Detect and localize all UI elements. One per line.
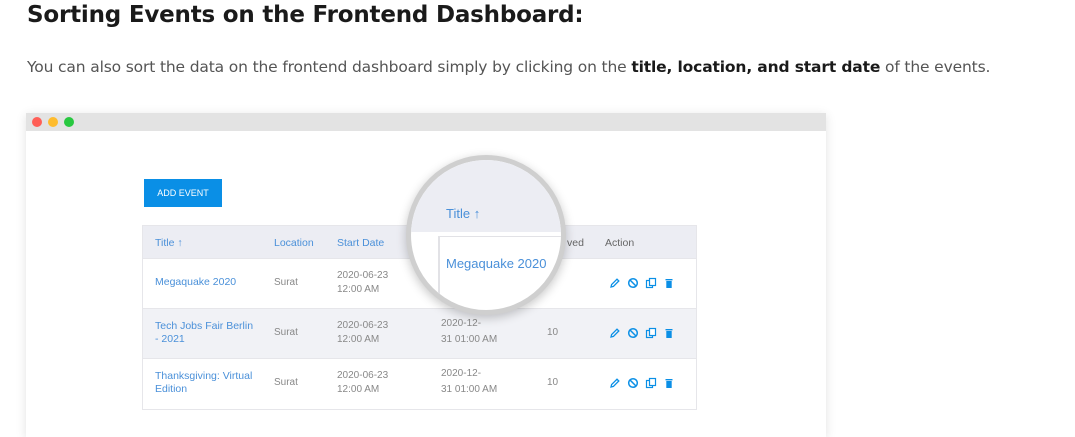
event-end-time: 31 01:00 AM <box>441 384 498 395</box>
event-title-link[interactable]: Megaquake 2020 <box>155 276 255 289</box>
column-title[interactable]: Title ↑ <box>155 237 183 249</box>
ban-icon[interactable] <box>627 277 639 289</box>
copy-icon[interactable] <box>645 377 657 389</box>
row-actions <box>609 327 675 339</box>
intro-paragraph: You can also sort the data on the fronte… <box>27 58 990 76</box>
magnifier-divider <box>438 236 440 302</box>
column-location[interactable]: Location <box>274 237 314 249</box>
event-start-date: 2020-06-23 <box>337 370 389 381</box>
window-titlebar <box>26 113 826 131</box>
ban-icon[interactable] <box>627 327 639 339</box>
column-start-date[interactable]: Start Date <box>337 237 384 249</box>
pencil-icon[interactable] <box>609 377 621 389</box>
event-end-time: 31 01:00 AM <box>441 334 498 345</box>
event-start-date: 2020-06-23 <box>337 270 389 281</box>
magnified-event-title: Megaquake 2020 <box>446 256 547 271</box>
minimize-dot-icon <box>48 117 58 127</box>
magnifier-lens: Title ↑ Megaquake 2020 <box>406 155 566 315</box>
magnified-column-title: Title ↑ <box>446 206 481 221</box>
table-row: Thanksgiving: Virtual Edition Surat 2020… <box>143 358 696 409</box>
magnifier-header <box>411 160 561 232</box>
trash-icon[interactable] <box>663 327 675 339</box>
pencil-icon[interactable] <box>609 277 621 289</box>
event-start-time: 12:00 AM <box>337 384 380 395</box>
add-event-button[interactable]: ADD EVENT <box>144 179 222 207</box>
pencil-icon[interactable] <box>609 327 621 339</box>
intro-bold: title, location, and start date <box>631 58 881 76</box>
event-title-link[interactable]: Thanksgiving: Virtual Edition <box>155 370 255 396</box>
column-action: Action <box>605 237 635 249</box>
event-location: Surat <box>274 377 298 388</box>
event-location: Surat <box>274 277 298 288</box>
maximize-dot-icon <box>64 117 74 127</box>
event-end-date: 2020-12- <box>441 368 482 379</box>
ban-icon[interactable] <box>627 377 639 389</box>
event-location: Surat <box>274 327 298 338</box>
event-start-date: 2020-06-23 <box>337 320 389 331</box>
close-dot-icon <box>32 117 42 127</box>
section-heading: Sorting Events on the Frontend Dashboard… <box>27 2 584 28</box>
row-actions <box>609 377 675 389</box>
trash-icon[interactable] <box>663 377 675 389</box>
row-actions <box>609 277 675 289</box>
copy-icon[interactable] <box>645 277 657 289</box>
dashboard-screenshot: ADD EVENT Title ↑ Location Start Date ve… <box>26 113 826 437</box>
event-end-date: 2020-12- <box>441 318 482 329</box>
event-title-link[interactable]: Tech Jobs Fair Berlin - 2021 <box>155 320 255 346</box>
intro-prefix: You can also sort the data on the fronte… <box>27 58 632 76</box>
intro-suffix: of the events. <box>880 58 991 76</box>
magnifier-row-divider <box>438 236 561 237</box>
column-approved: ved <box>567 237 584 249</box>
table-row: Tech Jobs Fair Berlin - 2021 Surat 2020-… <box>143 308 696 359</box>
event-start-time: 12:00 AM <box>337 284 380 295</box>
trash-icon[interactable] <box>663 277 675 289</box>
copy-icon[interactable] <box>645 327 657 339</box>
event-count: 10 <box>547 327 559 338</box>
event-start-time: 12:00 AM <box>337 334 380 345</box>
event-count: 10 <box>547 377 559 388</box>
